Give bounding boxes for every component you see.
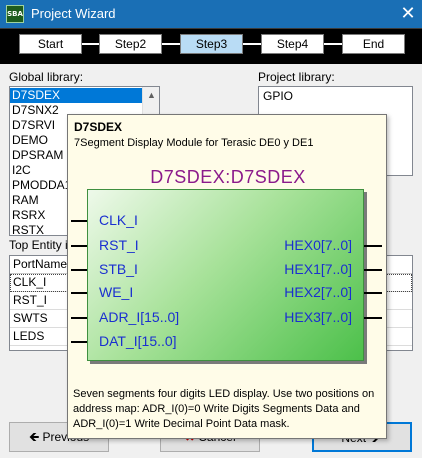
input-port-label: DAT_I[15..0] <box>99 333 177 349</box>
output-pin <box>364 317 382 319</box>
entity-name: D7SDEX:D7SDEX <box>150 167 306 187</box>
global-library-label: Global library: <box>9 70 84 84</box>
tooltip-subtitle: 7Segment Display Module for Terasic DE0 … <box>74 137 314 149</box>
step-4[interactable]: Step4 <box>261 34 324 54</box>
step-end[interactable]: End <box>342 34 405 54</box>
close-button[interactable]: ✕ <box>394 0 422 28</box>
wizard-steps: Start Step2 Step3 Step4 End <box>0 28 422 64</box>
step-connector <box>242 43 261 45</box>
output-port-label: HEX1[7..0] <box>284 261 352 277</box>
input-pin <box>71 317 87 319</box>
step-start[interactable]: Start <box>19 34 82 54</box>
step-connector <box>161 43 180 45</box>
title-bar: SBA Project Wizard ✕ <box>0 0 422 28</box>
input-pin <box>71 245 87 247</box>
output-port-label: HEX3[7..0] <box>284 309 352 325</box>
step-connector <box>81 43 99 45</box>
window-title: Project Wizard <box>31 6 116 21</box>
input-pin <box>71 341 87 343</box>
top-entity-label: Top Entity i <box>9 238 68 252</box>
global-library-item[interactable]: D7SDEX <box>10 88 159 103</box>
step-2[interactable]: Step2 <box>99 34 162 54</box>
tooltip-title: D7SDEX <box>74 120 123 134</box>
input-pin <box>71 292 87 294</box>
output-port-label: HEX0[7..0] <box>284 237 352 253</box>
component-tooltip: D7SDEX 7Segment Display Module for Teras… <box>67 114 387 439</box>
input-pin <box>71 220 87 222</box>
input-port-label: WE_I <box>99 284 134 300</box>
input-port-label: STB_I <box>99 261 138 277</box>
input-pin <box>71 269 87 271</box>
input-port-label: RST_I <box>99 237 139 253</box>
input-port-label: ADR_I[15..0] <box>99 309 180 325</box>
scroll-up-icon[interactable]: ▲ <box>143 87 159 104</box>
arrow-left-icon: 🡸 <box>28 429 40 444</box>
project-library-item[interactable]: GPIO <box>261 89 412 104</box>
output-pin <box>364 245 382 247</box>
step-3[interactable]: Step3 <box>180 34 243 54</box>
output-pin <box>364 292 382 294</box>
output-port-label: HEX2[7..0] <box>284 284 352 300</box>
step-connector <box>323 43 342 45</box>
app-logo-icon: SBA <box>6 5 24 23</box>
tooltip-description: Seven segments four digits LED display. … <box>73 388 375 430</box>
project-library-label: Project library: <box>258 70 335 84</box>
output-pin <box>364 269 382 271</box>
input-port-label: CLK_I <box>99 212 138 228</box>
